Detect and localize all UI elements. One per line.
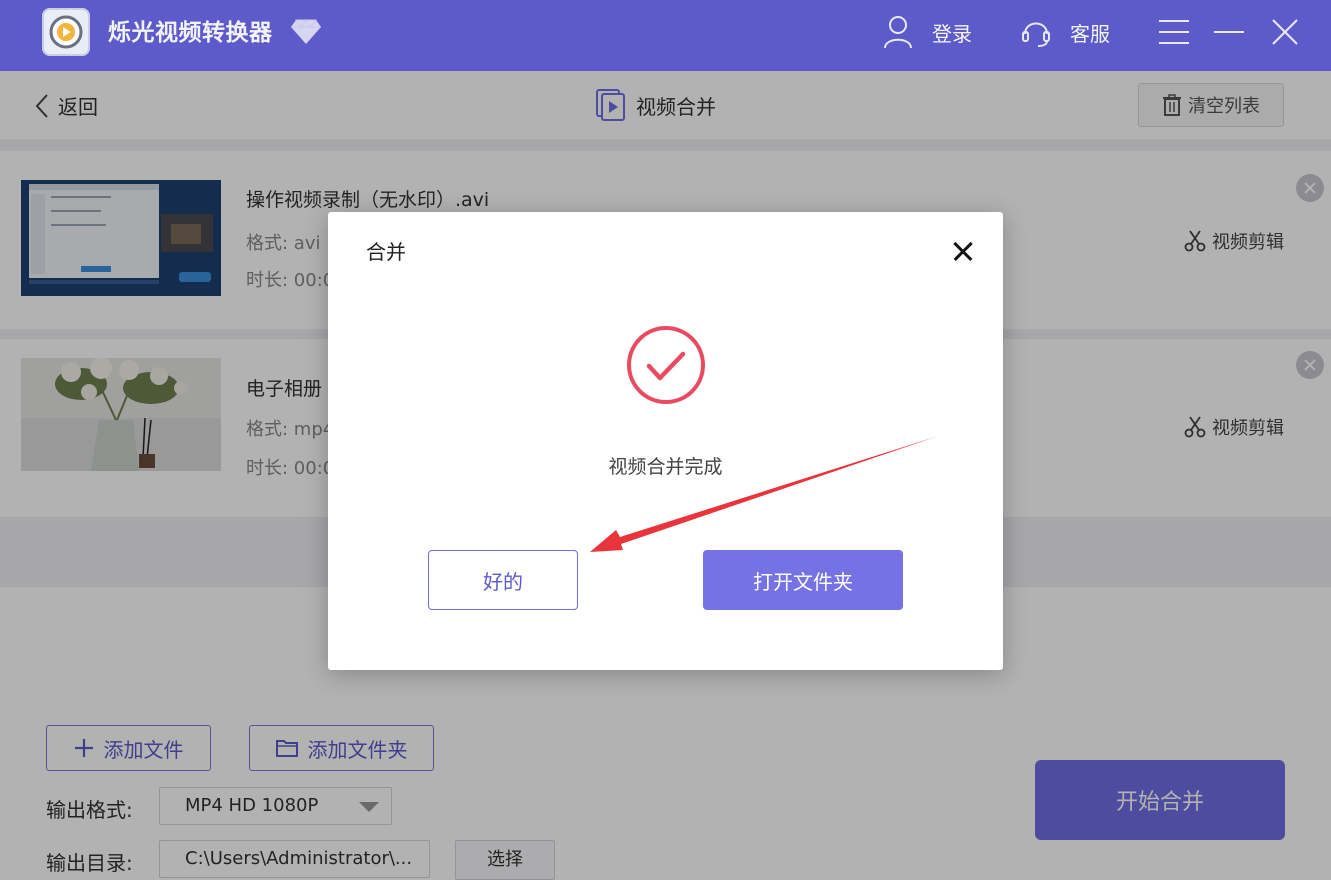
app-window: 烁光视频转换器 登录 客服 返回 视频合并 清空列表 操作视频录制（无水印）.a…: [0, 0, 1331, 880]
success-check-icon: [625, 324, 707, 410]
dialog-title: 合并: [366, 240, 406, 264]
close-icon[interactable]: [1267, 14, 1303, 50]
minimize-icon[interactable]: [1211, 14, 1247, 50]
service-label: 客服: [1070, 21, 1110, 46]
user-icon: [884, 16, 912, 49]
menu-icon[interactable]: [1156, 14, 1192, 50]
app-logo: [42, 8, 90, 56]
title-bar: 烁光视频转换器 登录 客服: [0, 0, 1331, 71]
login-label: 登录: [932, 21, 972, 46]
merge-complete-dialog: 合并 视频合并完成 好的 打开文件夹: [328, 212, 1003, 670]
login-button[interactable]: 登录: [882, 14, 972, 50]
dialog-close-icon[interactable]: [948, 236, 978, 266]
dialog-message: 视频合并完成: [608, 456, 723, 478]
headset-icon: [1022, 22, 1050, 47]
open-folder-button[interactable]: 打开文件夹: [703, 550, 903, 610]
customer-service-button[interactable]: 客服: [1020, 14, 1110, 50]
ok-button[interactable]: 好的: [428, 550, 578, 610]
vip-diamond-icon[interactable]: [290, 18, 322, 50]
app-title: 烁光视频转换器: [108, 20, 273, 46]
